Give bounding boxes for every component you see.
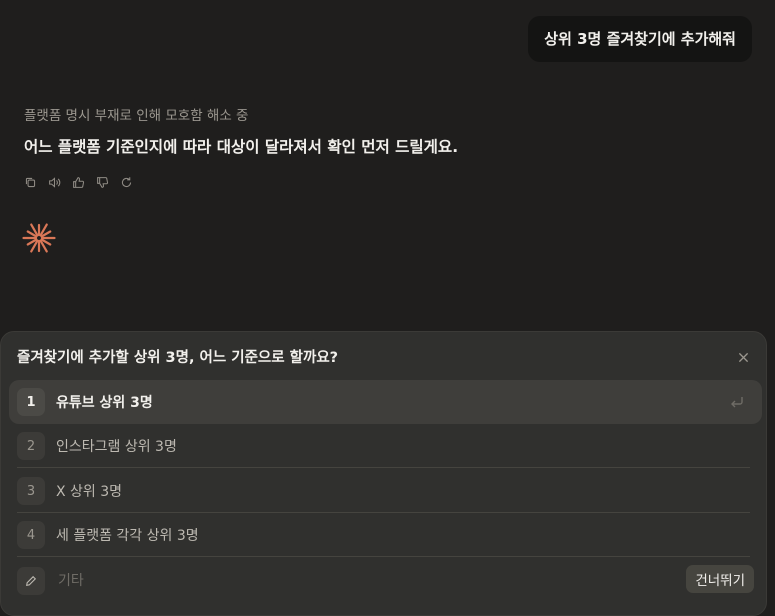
option-number: 3 [17,477,45,505]
other-answer-input[interactable] [56,572,480,590]
close-icon[interactable] [734,348,752,366]
option-label: 인스타그램 상위 3명 [56,439,177,455]
option-2[interactable]: 2 인스타그램 상위 3명 [9,424,762,468]
enter-key-icon [731,397,743,408]
assistant-spark-icon [22,223,56,253]
assistant-message: 어느 플랫폼 기준인지에 따라 대상이 달라져서 확인 먼저 드릴게요. [24,138,459,156]
other-answer-row: 건너뛰기 [9,561,762,601]
option-label: 유튜브 상위 3명 [56,395,153,411]
question-title: 즐겨찾기에 추가할 상위 3명, 어느 기준으로 할까요? [17,350,339,366]
pencil-icon [17,567,45,595]
thumbs-up-icon[interactable] [70,174,86,190]
option-3[interactable]: 3 X 상위 3명 [9,469,762,513]
option-number: 2 [17,432,45,460]
option-label: X 상위 3명 [56,484,123,500]
option-label: 세 플랫폼 각각 상위 3명 [56,528,199,544]
option-number: 1 [17,388,45,416]
copy-icon[interactable] [22,174,38,190]
option-number: 4 [17,521,45,549]
message-action-bar [22,174,134,190]
option-1[interactable]: 1 유튜브 상위 3명 [9,380,762,424]
option-4[interactable]: 4 세 플랫폼 각각 상위 3명 [9,513,762,557]
user-message-bubble: 상위 3명 즐겨찾기에 추가해줘 [528,16,752,62]
skip-button[interactable]: 건너뛰기 [686,565,754,593]
speaker-icon[interactable] [46,174,62,190]
thinking-status[interactable]: 플랫폼 명시 부재로 인해 모호함 해소 중 [24,104,248,124]
thumbs-down-icon[interactable] [94,174,110,190]
retry-icon[interactable] [118,174,134,190]
clarifying-question-panel: 즐겨찾기에 추가할 상위 3명, 어느 기준으로 할까요? 1 유튜브 상위 3… [0,331,767,616]
